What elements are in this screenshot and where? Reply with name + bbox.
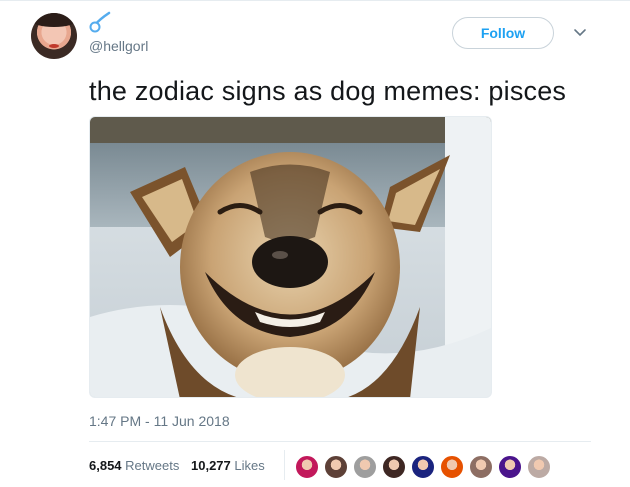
avatar-lips (49, 44, 59, 48)
chevron-down-icon[interactable] (573, 28, 587, 38)
liker-avatar-7[interactable] (469, 455, 493, 479)
retweets-label[interactable]: Retweets (125, 458, 179, 473)
liker-avatar-8[interactable] (498, 455, 522, 479)
tweet-timestamp[interactable]: 1:47 PM - 11 Jun 2018 (89, 413, 230, 429)
liker-avatar-4[interactable] (382, 455, 406, 479)
avatar-hair (31, 13, 77, 27)
stats-divider (89, 441, 591, 442)
liker-avatar-3[interactable] (353, 455, 377, 479)
likes-label[interactable]: Likes (234, 458, 264, 473)
likes-count[interactable]: 10,277 (191, 458, 231, 473)
tweet-photo[interactable] (89, 116, 492, 398)
liker-avatar-1[interactable] (295, 455, 319, 479)
tweet-text: the zodiac signs as dog memes: pisces (89, 76, 567, 106)
tweet-stats: 6,854 Retweets 10,277 Likes (89, 458, 273, 473)
user-avatar[interactable] (31, 13, 77, 59)
liker-avatar-6[interactable] (440, 455, 464, 479)
retweets-count[interactable]: 6,854 (89, 458, 122, 473)
stats-separator (284, 450, 285, 480)
liker-avatar-5[interactable] (411, 455, 435, 479)
comet-emoji-icon (89, 11, 111, 33)
smiling-dog-photo (90, 117, 491, 397)
top-border (0, 0, 630, 1)
user-handle[interactable]: @hellgorl (89, 38, 148, 54)
follow-button[interactable]: Follow (452, 17, 554, 49)
liker-avatar-9[interactable] (527, 455, 551, 479)
liker-avatar-2[interactable] (324, 455, 348, 479)
